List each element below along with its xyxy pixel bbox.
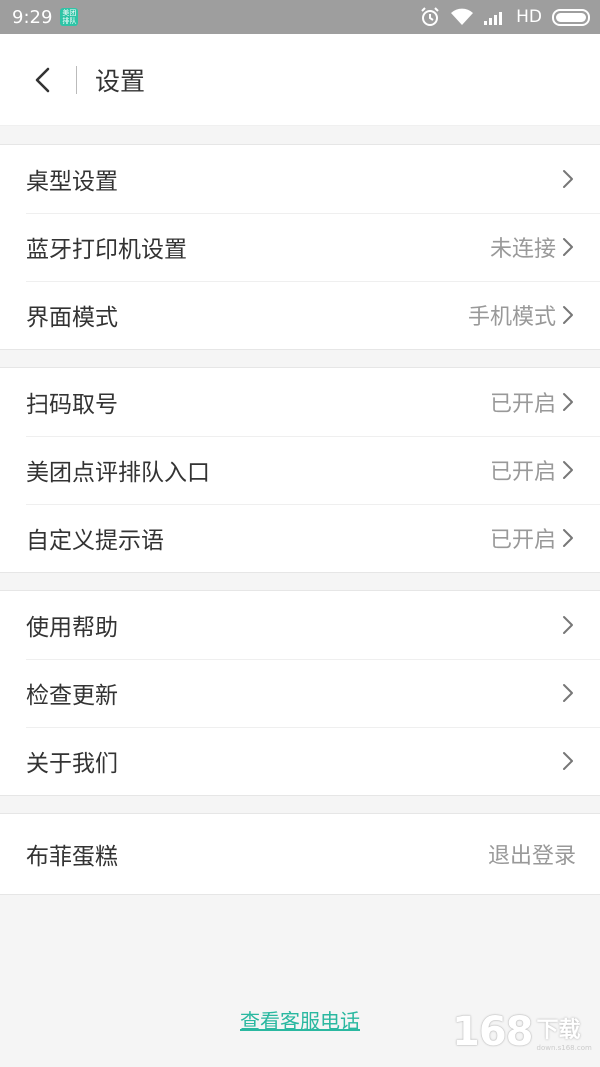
setting-interface-mode[interactable]: 界面模式 手机模式	[0, 281, 600, 349]
setting-label: 界面模式	[26, 305, 118, 331]
header-divider	[76, 65, 77, 94]
chevron-left-icon	[35, 67, 50, 92]
alarm-icon	[421, 7, 439, 26]
setting-label: 扫码取号	[26, 392, 118, 418]
chevron-right-icon	[562, 236, 576, 258]
setting-about-us[interactable]: 关于我们	[0, 727, 600, 795]
setting-value: 已开启	[489, 392, 556, 417]
status-bar: 9:29 美团排队 HD	[0, 0, 600, 34]
setting-value: 已开启	[489, 528, 556, 553]
chevron-right-icon	[562, 168, 576, 190]
chevron-right-icon	[562, 391, 576, 413]
chevron-right-icon	[562, 304, 576, 326]
setting-check-update[interactable]: 检查更新	[0, 659, 600, 727]
account-group: 布菲蛋糕 退出登录	[0, 813, 600, 895]
setting-label: 桌型设置	[26, 169, 118, 195]
setting-label: 美团点评排队入口	[26, 460, 210, 486]
setting-scan-ticket[interactable]: 扫码取号 已开启	[0, 368, 600, 436]
chevron-right-icon	[562, 682, 576, 704]
chevron-right-icon	[562, 527, 576, 549]
setting-meituan-queue-entry[interactable]: 美团点评排队入口 已开启	[0, 436, 600, 504]
watermark-number: 168	[452, 1009, 533, 1055]
settings-group-queue: 扫码取号 已开启 美团点评排队入口 已开启 自定义提示语 已开启	[0, 367, 600, 573]
chevron-right-icon	[562, 750, 576, 772]
watermark-logo: 168 下载 down.s168.com	[452, 1007, 592, 1057]
header: 设置	[0, 34, 600, 126]
setting-help[interactable]: 使用帮助	[0, 591, 600, 659]
signal-icon	[484, 12, 503, 25]
battery-icon	[552, 8, 590, 26]
setting-label: 关于我们	[26, 751, 118, 777]
settings-group-device: 桌型设置 蓝牙打印机设置 未连接 界面模式 手机模式	[0, 144, 600, 350]
account-row: 布菲蛋糕 退出登录	[0, 814, 600, 894]
setting-label: 自定义提示语	[26, 528, 164, 554]
chevron-right-icon	[562, 459, 576, 481]
setting-value: 已开启	[489, 460, 556, 485]
network-type: HD	[516, 7, 542, 27]
page-title: 设置	[95, 66, 146, 96]
wifi-icon	[451, 8, 474, 25]
settings-group-about: 使用帮助 检查更新 关于我们	[0, 590, 600, 796]
setting-value: 手机模式	[467, 305, 556, 330]
app-badge-icon: 美团排队	[60, 8, 79, 26]
account-name: 布菲蛋糕	[26, 844, 118, 870]
back-button[interactable]	[32, 65, 56, 95]
setting-table-type[interactable]: 桌型设置	[0, 145, 600, 213]
setting-label: 蓝牙打印机设置	[26, 237, 187, 263]
setting-custom-prompt[interactable]: 自定义提示语 已开启	[0, 504, 600, 572]
setting-label: 检查更新	[26, 683, 118, 709]
logout-button[interactable]: 退出登录	[488, 838, 576, 870]
setting-label: 使用帮助	[26, 615, 118, 641]
watermark-url: down.s168.com	[536, 1044, 592, 1052]
chevron-right-icon	[562, 614, 576, 636]
watermark-text: 下载	[536, 1018, 581, 1043]
status-time: 9:29	[12, 6, 53, 28]
setting-bluetooth-printer[interactable]: 蓝牙打印机设置 未连接	[0, 213, 600, 281]
setting-value: 未连接	[489, 237, 556, 262]
